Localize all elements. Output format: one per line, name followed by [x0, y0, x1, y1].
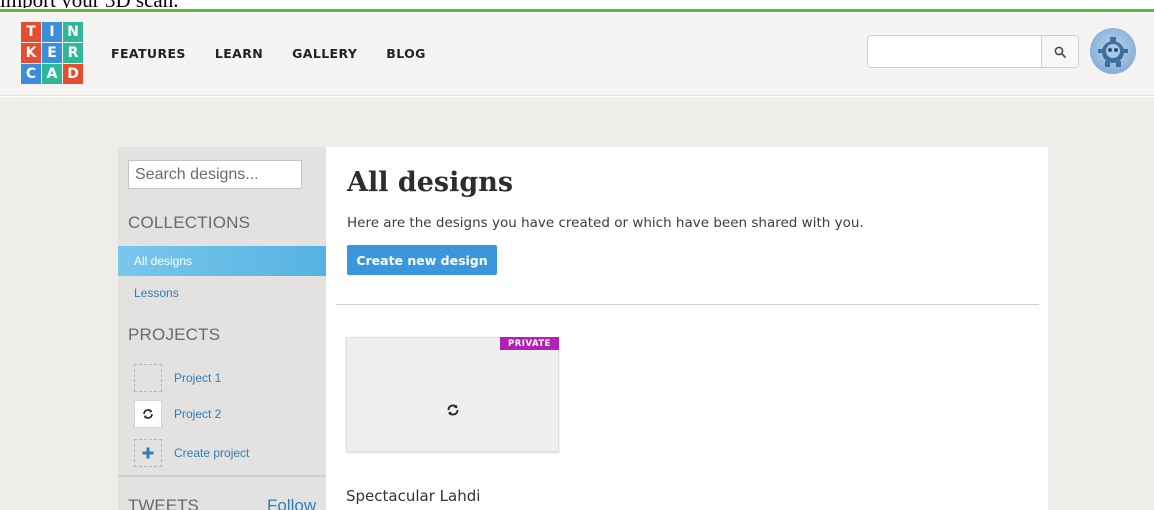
site-search — [867, 35, 1079, 68]
project-thumbnail — [134, 364, 162, 392]
logo-letter: C — [21, 64, 41, 84]
project-label: Project 1 — [174, 371, 222, 385]
plus-icon — [142, 447, 154, 459]
create-project-label: Create project — [174, 446, 250, 460]
tweets-heading: TWEETS — [128, 496, 199, 510]
sidebar: COLLECTIONS All designs Lessons PROJECTS… — [118, 147, 326, 510]
projects-heading: PROJECTS — [128, 325, 221, 344]
user-avatar[interactable] — [1090, 28, 1136, 74]
project-label: Project 2 — [174, 407, 222, 421]
logo-letter: D — [63, 64, 83, 84]
private-badge: PRIVATE — [500, 337, 559, 350]
logo-letter: K — [21, 43, 41, 63]
refresh-icon — [143, 409, 153, 419]
nav-gallery[interactable]: GALLERY — [292, 46, 357, 61]
logo-letter: I — [42, 22, 62, 42]
sidebar-item-all-designs[interactable]: All designs — [118, 246, 326, 276]
logo-letter: R — [63, 43, 83, 63]
logo-letter: E — [42, 43, 62, 63]
page-title: All designs — [347, 167, 514, 198]
create-project-button[interactable]: Create project — [134, 439, 249, 467]
logo-letter: T — [21, 22, 41, 42]
project-item[interactable]: Project 1 — [134, 364, 221, 392]
logo-letter: A — [42, 64, 62, 84]
logo-letter: N — [63, 22, 83, 42]
nav-features[interactable]: FEATURES — [111, 46, 186, 61]
nav-learn[interactable]: LEARN — [215, 46, 263, 61]
sidebar-item-lessons[interactable]: Lessons — [118, 278, 326, 308]
page-caption: import your 3D scan. — [0, 0, 1154, 8]
collections-heading: COLLECTIONS — [128, 213, 251, 232]
design-name[interactable]: Spectacular Lahdi — [346, 487, 480, 505]
project-item[interactable]: Project 2 — [134, 400, 221, 428]
nav-blog[interactable]: BLOG — [386, 46, 426, 61]
avatar-robot-icon — [1098, 37, 1128, 67]
search-designs-input[interactable] — [128, 160, 302, 189]
sidebar-divider — [118, 475, 326, 477]
follow-link[interactable]: Follow — [267, 496, 316, 510]
create-new-design-button[interactable]: Create new design — [347, 245, 497, 275]
refresh-icon — [447, 404, 459, 416]
site-search-button[interactable] — [1041, 36, 1078, 67]
design-card[interactable]: PRIVATE — [346, 337, 559, 452]
main-content: All designs Here are the designs you hav… — [326, 147, 1048, 510]
tinkercad-logo[interactable]: T I N K E R C A D — [21, 22, 83, 84]
site-search-input[interactable] — [868, 36, 1042, 67]
page-intro: Here are the designs you have created or… — [347, 215, 864, 231]
project-thumbnail — [134, 400, 162, 428]
search-icon — [1054, 46, 1066, 58]
top-navigation-bar: T I N K E R C A D FEATURES LEARN GALLERY… — [0, 12, 1154, 96]
content-divider — [336, 304, 1039, 305]
main-nav: FEATURES LEARN GALLERY BLOG — [111, 46, 455, 61]
project-thumbnail — [134, 439, 162, 467]
